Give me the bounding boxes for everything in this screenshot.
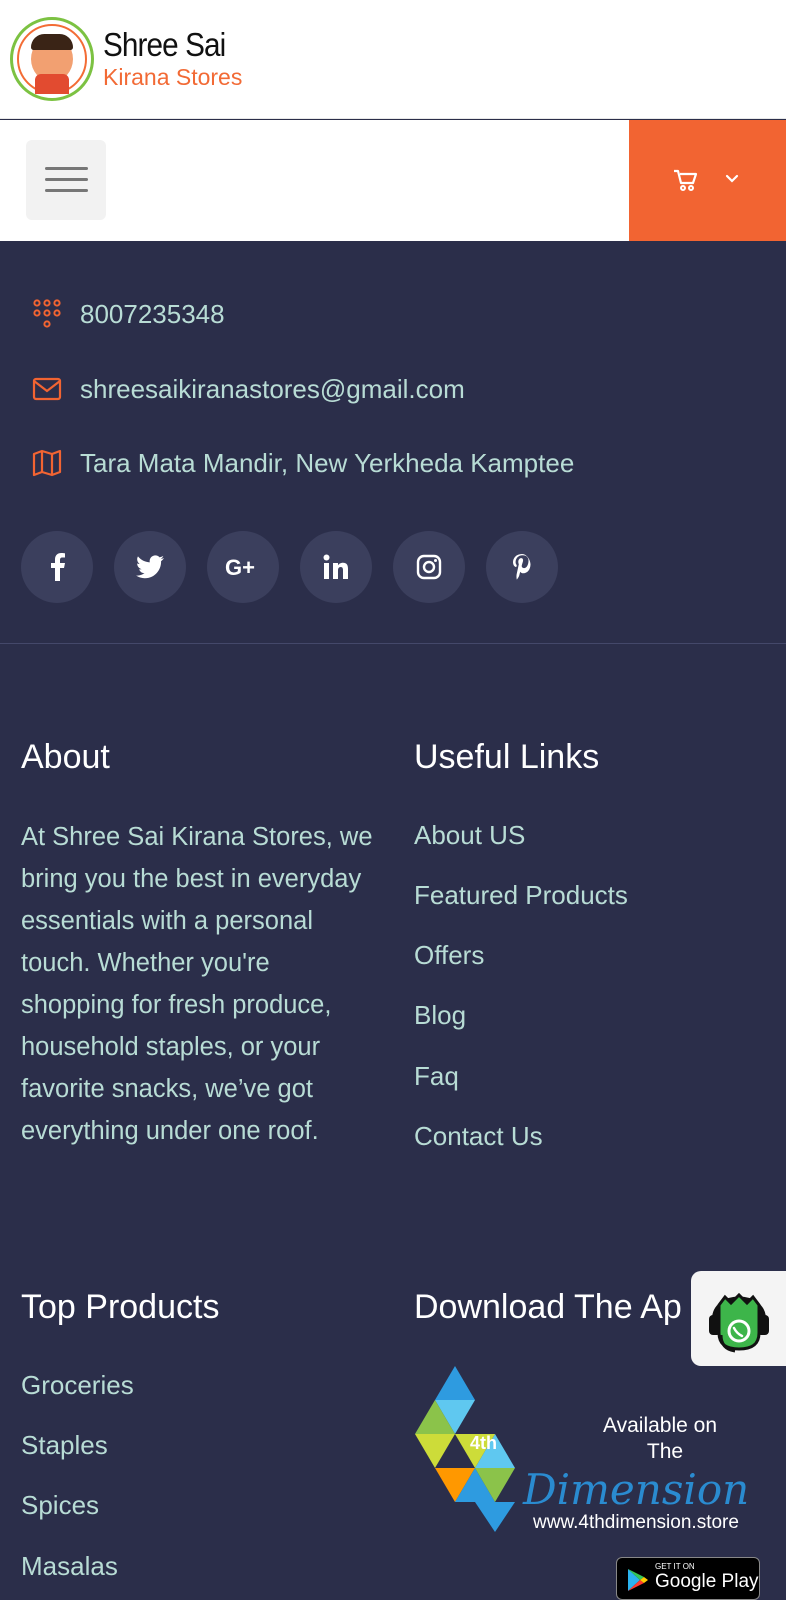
google-plus-icon: G+ bbox=[225, 556, 255, 578]
pinterest-icon bbox=[513, 554, 531, 580]
whatsapp-support-button[interactable] bbox=[691, 1271, 786, 1366]
available-on-text: Available on bbox=[603, 1414, 717, 1437]
email-address[interactable]: shreesaikiranastores@gmail.com bbox=[80, 374, 465, 405]
phone-number[interactable]: 8007235348 bbox=[80, 299, 225, 330]
product-staples[interactable]: Staples bbox=[21, 1430, 108, 1461]
hamburger-icon bbox=[45, 167, 88, 170]
contact-phone[interactable]: 8007235348 bbox=[30, 294, 225, 334]
store-address: Tara Mata Mandir, New Yerkheda Kamptee bbox=[80, 447, 575, 478]
4th-dimension-logo bbox=[415, 1366, 515, 1532]
footer-divider bbox=[0, 643, 786, 644]
get-it-on-text: GET IT ON bbox=[655, 1562, 695, 1571]
about-text: At Shree Sai Kirana Stores, we bring you… bbox=[21, 823, 373, 1145]
brand-mark-4th: 4th bbox=[470, 1433, 497, 1453]
product-groceries[interactable]: Groceries bbox=[21, 1370, 134, 1401]
google-plus-link[interactable]: G+ bbox=[207, 531, 279, 603]
logo-hair bbox=[31, 34, 73, 50]
facebook-icon bbox=[51, 553, 65, 581]
brand-subtitle[interactable]: Kirana Stores bbox=[103, 64, 242, 91]
top-products-heading: Top Products bbox=[21, 1288, 220, 1326]
google-play-button[interactable]: GET IT ON Google Play bbox=[616, 1557, 760, 1600]
menu-toggle-button[interactable] bbox=[26, 140, 106, 220]
contact-email[interactable]: shreesaikiranastores@gmail.com bbox=[30, 369, 465, 409]
whatsapp-icon bbox=[709, 1292, 769, 1353]
brand-name[interactable]: Shree Sai bbox=[103, 26, 226, 64]
facebook-link[interactable] bbox=[21, 531, 93, 603]
link-blog[interactable]: Blog bbox=[414, 1000, 466, 1031]
dialpad-icon bbox=[30, 297, 64, 331]
4th-dimension-badge[interactable]: 4th Available on The Dimension www.4thdi… bbox=[415, 1366, 765, 1532]
hamburger-icon-line bbox=[45, 178, 88, 181]
download-app-heading: Download The Ap bbox=[414, 1288, 682, 1326]
linkedin-icon bbox=[323, 554, 348, 579]
map-icon bbox=[30, 446, 64, 480]
dimension-wordmark: Dimension bbox=[522, 1465, 749, 1514]
about-heading: About bbox=[21, 738, 110, 776]
link-featured-products[interactable]: Featured Products bbox=[414, 880, 628, 911]
chevron-down-icon bbox=[725, 174, 739, 183]
linkedin-link[interactable] bbox=[300, 531, 372, 603]
social-links: G+ bbox=[21, 531, 579, 603]
instagram-icon bbox=[416, 554, 442, 580]
cart-icon bbox=[674, 169, 698, 191]
mail-icon bbox=[30, 372, 64, 406]
product-spices[interactable]: Spices bbox=[21, 1490, 99, 1521]
contact-address: Tara Mata Mandir, New Yerkheda Kamptee bbox=[30, 443, 574, 483]
product-masalas[interactable]: Masalas bbox=[21, 1551, 118, 1582]
the-text: The bbox=[647, 1440, 683, 1463]
google-play-text: Google Play bbox=[655, 1571, 759, 1592]
twitter-link[interactable] bbox=[114, 531, 186, 603]
link-about-us[interactable]: About US bbox=[414, 820, 525, 851]
link-contact-us[interactable]: Contact Us bbox=[414, 1121, 543, 1152]
nav-bar bbox=[0, 120, 786, 241]
cart-button[interactable] bbox=[629, 120, 786, 241]
link-offers[interactable]: Offers bbox=[414, 940, 484, 971]
useful-links-heading: Useful Links bbox=[414, 738, 600, 776]
logo-body bbox=[35, 74, 69, 94]
svg-text:G+: G+ bbox=[225, 556, 255, 578]
link-faq[interactable]: Faq bbox=[414, 1061, 459, 1092]
store-url: www.4thdimension.store bbox=[532, 1512, 739, 1532]
site-header: Shree Sai Kirana Stores bbox=[0, 0, 786, 119]
twitter-icon bbox=[136, 555, 164, 579]
pinterest-link[interactable] bbox=[486, 531, 558, 603]
google-play-icon bbox=[628, 1569, 648, 1591]
hamburger-icon-line bbox=[45, 189, 88, 192]
instagram-link[interactable] bbox=[393, 531, 465, 603]
store-logo[interactable] bbox=[10, 17, 94, 101]
